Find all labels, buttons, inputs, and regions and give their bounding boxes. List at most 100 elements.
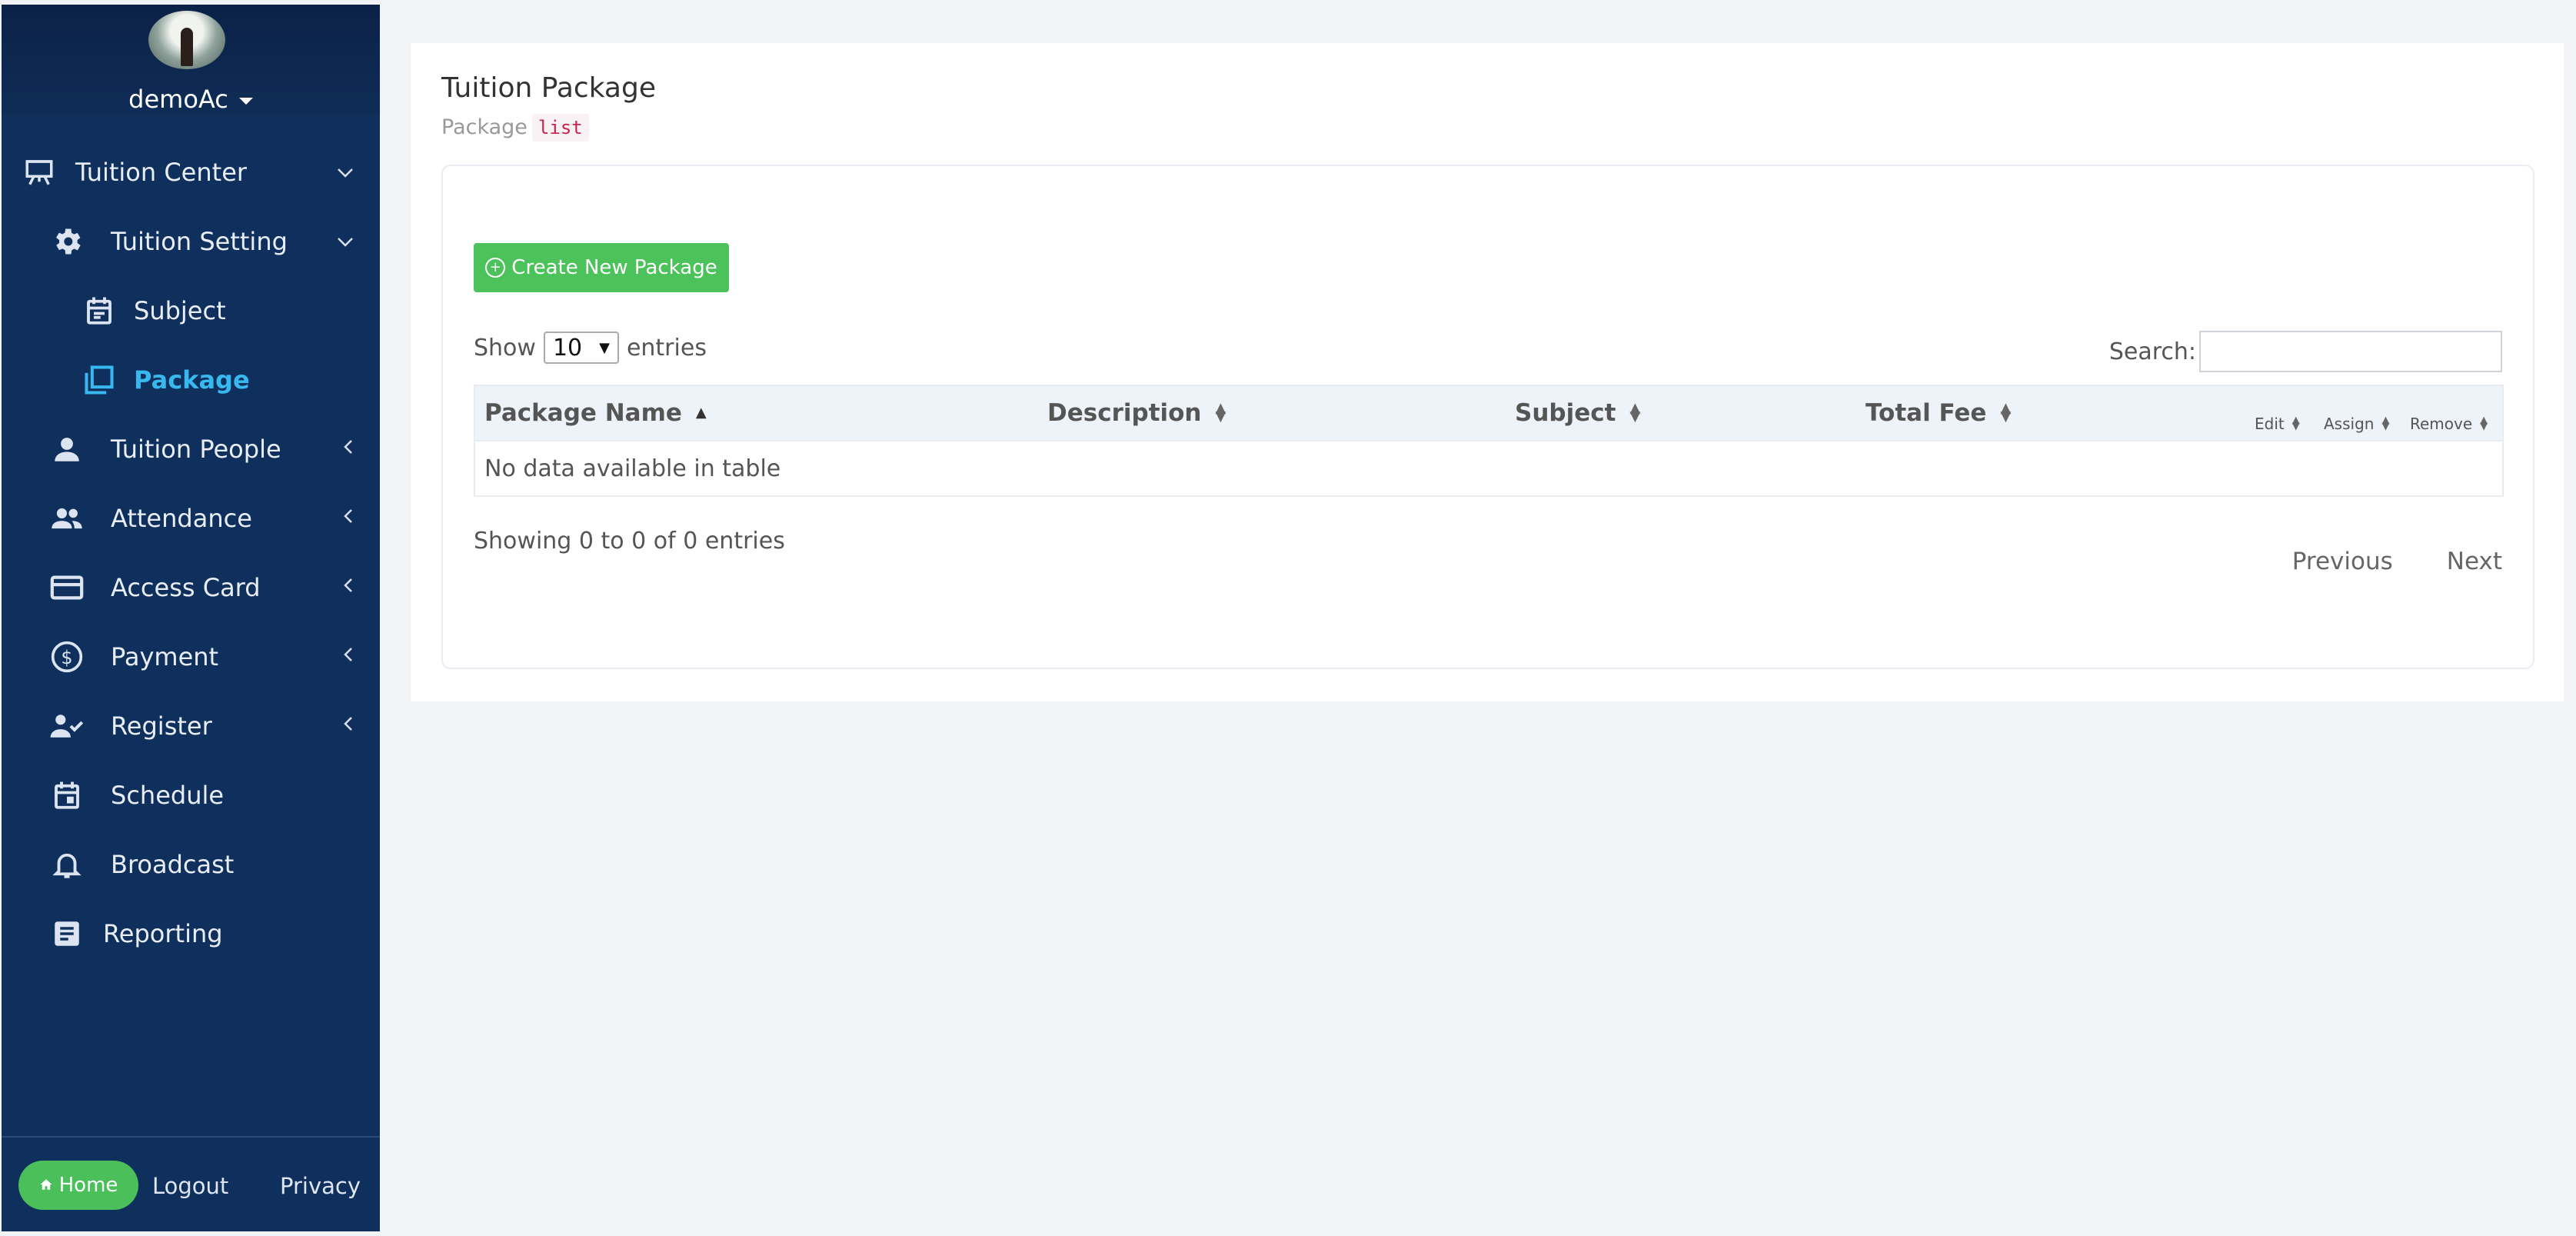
sidebar-item-label: Reporting	[103, 919, 223, 948]
sidebar: demoAc Tuition Center Tuition Setting Su…	[2, 5, 380, 1231]
chevron-down-icon	[337, 230, 354, 253]
page-length-select[interactable]: 10 ▼	[543, 331, 619, 364]
page-title: Tuition Package	[441, 72, 656, 104]
table-search: Search:	[2109, 331, 2502, 372]
create-package-button[interactable]: + Create New Package	[474, 243, 729, 292]
sidebar-item-label: Schedule	[111, 781, 225, 810]
sidebar-item-label: Package	[134, 365, 250, 395]
column-header-package-name[interactable]: Package Name ▲	[484, 386, 707, 440]
column-header-description[interactable]: Description ▲ ▼	[1047, 386, 1226, 440]
sort-asc-icon: ▲	[695, 404, 707, 421]
dropdown-triangle-icon: ▼	[599, 339, 610, 356]
sidebar-item-label: Tuition People	[111, 435, 281, 464]
chevron-left-icon	[343, 645, 354, 668]
bell-icon	[49, 847, 85, 882]
document-icon	[49, 916, 85, 951]
entries-label: entries	[626, 334, 707, 361]
sidebar-item-label: Attendance	[111, 504, 252, 533]
user-name: demoAc	[128, 85, 228, 114]
sidebar-footer: Home Logout Privacy	[2, 1136, 380, 1231]
chevron-down-icon	[337, 161, 354, 184]
column-label: Total Fee	[1865, 399, 1987, 427]
sidebar-item-label: Broadcast	[111, 850, 235, 879]
avatar[interactable]	[148, 11, 225, 69]
pagination: Previous Next	[2292, 548, 2502, 575]
column-label: Remove	[2410, 415, 2473, 433]
sidebar-item-tuition-center[interactable]: Tuition Center	[2, 149, 380, 195]
breadcrumb-text: Package	[441, 115, 528, 139]
page-length-value: 10	[552, 334, 583, 361]
table-info: Showing 0 to 0 of 0 entries	[474, 528, 785, 555]
column-label: Assign	[2324, 415, 2375, 433]
sidebar-item-label: Access Card	[111, 573, 261, 602]
sidebar-item-tuition-people[interactable]: Tuition People	[2, 426, 380, 472]
sidebar-item-broadcast[interactable]: Broadcast	[2, 841, 380, 888]
stacked-squares-icon	[82, 362, 117, 398]
caret-down-icon	[238, 97, 253, 105]
sidebar-item-label: Register	[111, 711, 212, 741]
search-label: Search:	[2108, 338, 2196, 365]
table-header: Package Name ▲ Description ▲ ▼ Subject ▲ ▼…	[475, 386, 2502, 440]
sidebar-header: demoAc	[2, 5, 380, 115]
breadcrumb: Package list	[441, 114, 589, 142]
calendar-icon	[49, 778, 85, 813]
sidebar-item-label: Tuition Setting	[111, 227, 288, 256]
column-label: Subject	[1515, 399, 1616, 427]
home-icon	[39, 1174, 53, 1197]
logout-link[interactable]: Logout	[152, 1173, 228, 1199]
page-length-control: Show 10 ▼ entries	[474, 331, 707, 364]
sort-icon: ▲ ▼	[2291, 415, 2300, 432]
plus-circle-icon: +	[485, 258, 506, 278]
sidebar-item-payment[interactable]: $ Payment	[2, 634, 380, 680]
person-icon	[49, 431, 85, 467]
gear-icon	[49, 224, 85, 259]
home-button[interactable]: Home	[18, 1161, 138, 1210]
column-label: Package Name	[484, 399, 682, 427]
column-label: Edit	[2255, 415, 2285, 433]
dollar-circle-icon: $	[49, 639, 85, 675]
package-table-card: + Create New Package Show 10 ▼ entries S…	[441, 165, 2534, 669]
column-header-total-fee[interactable]: Total Fee ▲ ▼	[1865, 386, 2011, 440]
sort-icon: ▲ ▼	[1215, 400, 1226, 425]
empty-table-message: No data available in table	[484, 455, 781, 482]
column-header-subject[interactable]: Subject ▲ ▼	[1515, 386, 1640, 440]
privacy-link[interactable]: Privacy	[280, 1173, 361, 1199]
svg-text:$: $	[61, 647, 72, 668]
sidebar-item-access-card[interactable]: Access Card	[2, 565, 380, 611]
create-package-label: Create New Package	[511, 256, 717, 279]
presentation-board-icon	[22, 155, 57, 190]
next-button[interactable]: Next	[2447, 548, 2502, 575]
credit-card-icon	[49, 570, 85, 605]
calendar-list-icon	[82, 293, 117, 328]
sidebar-item-package[interactable]: Package	[2, 357, 380, 403]
sort-icon: ▲ ▼	[2381, 415, 2390, 432]
sidebar-item-register[interactable]: Register	[2, 703, 380, 749]
show-label: Show	[474, 334, 536, 361]
chevron-left-icon	[343, 576, 354, 599]
home-label: Home	[58, 1174, 118, 1197]
sidebar-item-tuition-setting[interactable]: Tuition Setting	[2, 218, 380, 265]
sidebar-item-subject[interactable]: Subject	[2, 288, 380, 334]
previous-button[interactable]: Previous	[2292, 548, 2393, 575]
table-row: No data available in table	[475, 440, 2502, 495]
column-label: Description	[1047, 399, 1202, 427]
sidebar-item-label: Payment	[111, 642, 219, 671]
person-check-icon	[49, 708, 85, 744]
chevron-left-icon	[343, 715, 354, 738]
search-input[interactable]	[2199, 331, 2502, 372]
chevron-left-icon	[343, 507, 354, 530]
user-menu[interactable]: demoAc	[2, 85, 380, 114]
sidebar-item-reporting[interactable]: Reporting	[2, 911, 380, 957]
package-table: Package Name ▲ Description ▲ ▼ Subject ▲ ▼…	[474, 385, 2504, 497]
breadcrumb-code: list	[531, 114, 589, 142]
sort-icon: ▲ ▼	[1629, 400, 1641, 425]
chevron-left-icon	[343, 438, 354, 461]
sort-icon: ▲ ▼	[2480, 415, 2488, 432]
sidebar-item-label: Subject	[134, 296, 226, 325]
sidebar-item-label: Tuition Center	[75, 158, 248, 187]
sort-icon: ▲ ▼	[2000, 400, 2012, 425]
sidebar-item-schedule[interactable]: Schedule	[2, 772, 380, 818]
group-icon	[49, 501, 85, 536]
sidebar-item-attendance[interactable]: Attendance	[2, 495, 380, 541]
content-panel: Tuition Package Package list + Create New…	[411, 43, 2564, 701]
